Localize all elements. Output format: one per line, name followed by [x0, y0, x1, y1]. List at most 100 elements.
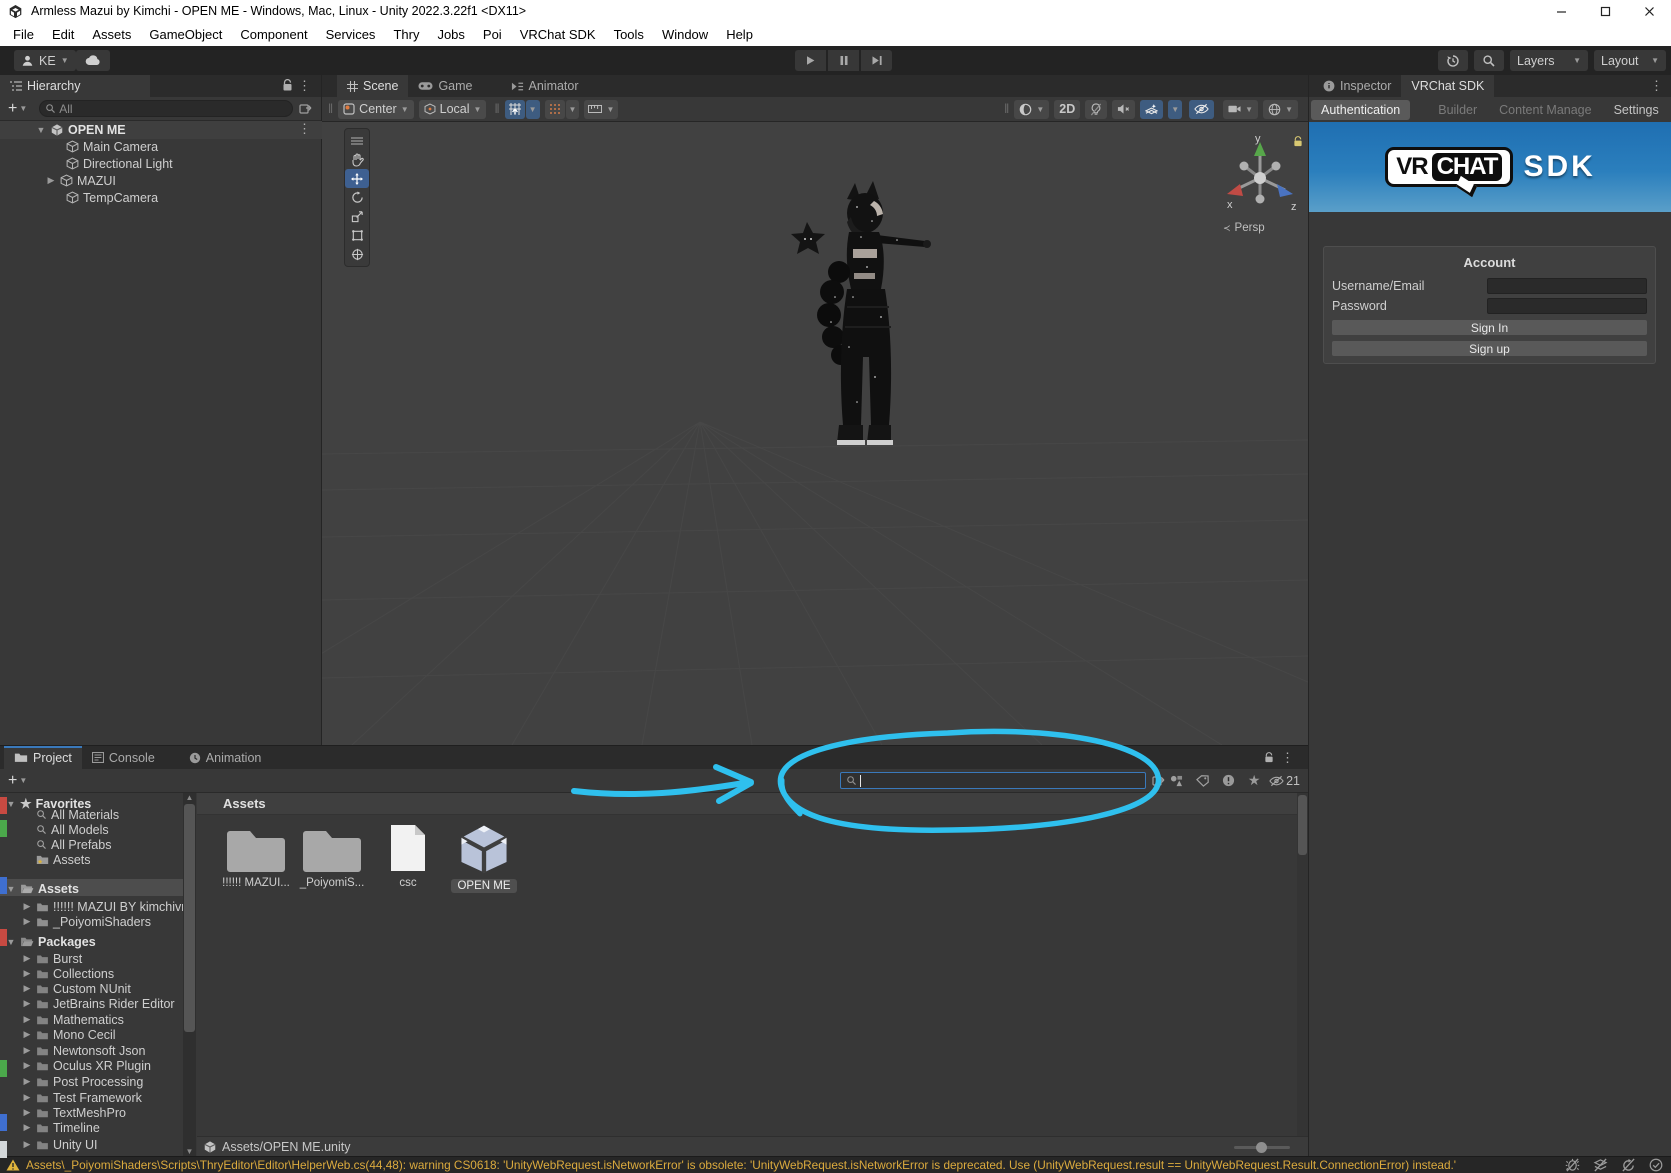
scene-row-kebab[interactable]: ⋮	[298, 122, 311, 135]
package-item[interactable]: ▶ Post Processing	[22, 1073, 144, 1090]
tree-scrollbar[interactable]: ▲ ▼	[183, 793, 196, 1157]
tool-space-button[interactable]: Local ▼	[418, 99, 487, 119]
account-button[interactable]: KE ▼	[14, 50, 76, 71]
lock-icon[interactable]	[282, 79, 293, 92]
subtab-builder[interactable]: Builder	[1428, 100, 1487, 120]
package-item[interactable]: ▶ Oculus XR Plugin	[22, 1057, 151, 1074]
scene-lighting-button[interactable]	[1085, 99, 1108, 119]
menu-item-component[interactable]: Component	[231, 27, 316, 42]
grid-snap-button[interactable]	[504, 99, 525, 119]
menu-item-window[interactable]: Window	[653, 27, 717, 42]
toolstrip-handle[interactable]	[345, 131, 369, 150]
package-item[interactable]: ▶ Timeline	[22, 1119, 100, 1136]
thumbnail-size-slider[interactable]	[1234, 1142, 1290, 1153]
play-button[interactable]	[795, 50, 826, 71]
palette-white-swatch[interactable]	[0, 1141, 7, 1158]
rotate-tool-button[interactable]	[345, 188, 369, 207]
increment-snap-button[interactable]	[544, 99, 565, 119]
lock-icon[interactable]	[1264, 752, 1274, 764]
scene-orientation-gizmo[interactable]: y x z ≺ Persp	[1215, 130, 1305, 240]
minimize-button[interactable]	[1539, 0, 1583, 22]
hierarchy-menu-kebab[interactable]: ⋮	[298, 79, 311, 92]
move-tool-button[interactable]	[345, 169, 369, 188]
hierarchy-search-input[interactable]	[59, 101, 288, 116]
step-button[interactable]	[861, 50, 892, 71]
tab-project[interactable]: Project	[4, 746, 82, 769]
hidden-packages-toggle[interactable]: 21	[1269, 774, 1300, 788]
palette-green-swatch[interactable]	[0, 1060, 7, 1077]
gizmos-dropdown[interactable]: ▼	[1263, 99, 1298, 119]
asset-tile-poiyomi[interactable]: _PoiyomiS...	[294, 823, 370, 889]
menu-item-tools[interactable]: Tools	[605, 27, 653, 42]
projection-toggle[interactable]: ≺ Persp	[1223, 222, 1265, 234]
palette-blue-swatch[interactable]	[0, 877, 7, 894]
hierarchy-scene-row[interactable]: ▼ OPEN ME	[36, 121, 126, 138]
package-item[interactable]: ▶ Mono Cecil	[22, 1026, 116, 1043]
tab-vrchat-sdk[interactable]: VRChat SDK	[1401, 75, 1495, 97]
menu-item-gameobject[interactable]: GameObject	[140, 27, 231, 42]
close-button[interactable]	[1627, 0, 1671, 22]
menu-item-thry[interactable]: Thry	[384, 27, 428, 42]
password-field[interactable]	[1487, 298, 1647, 314]
cloud-services-button[interactable]	[76, 50, 110, 71]
scene-visibility-button[interactable]	[1189, 99, 1215, 119]
scene-audio-button[interactable]	[1112, 99, 1136, 119]
package-item[interactable]: ▶ Unity UI	[22, 1136, 98, 1153]
scrollbar-thumb[interactable]	[1298, 795, 1307, 855]
hierarchy-item-mazui[interactable]: ▶ MAZUI	[46, 172, 116, 189]
pause-button[interactable]	[828, 50, 859, 71]
tab-game[interactable]: Game	[408, 75, 482, 97]
favorites-star-button[interactable]: ★	[1243, 771, 1265, 790]
tree-item-poiyomi-folder[interactable]: ▶ _PoiyomiShaders	[22, 913, 151, 930]
toggle-2d-button[interactable]: 2D	[1054, 99, 1081, 119]
asset-tile-csc[interactable]: csc	[370, 823, 446, 889]
search-by-label-button[interactable]	[1191, 771, 1213, 790]
breadcrumb[interactable]: Assets/OPEN ME.unity	[222, 1140, 351, 1154]
scene-effects-dropdown[interactable]: ▼	[1168, 99, 1183, 119]
hierarchy-search-box[interactable]	[39, 100, 294, 117]
menu-item-edit[interactable]: Edit	[43, 27, 83, 42]
assets-scrollbar[interactable]	[1297, 793, 1308, 1136]
asset-tile-open-me[interactable]: OPEN ME	[446, 823, 522, 893]
tab-animator[interactable]: Animator	[501, 75, 589, 97]
assets-root[interactable]: ▼ Assets	[6, 880, 79, 897]
package-item[interactable]: ▶ JetBrains Rider Editor	[22, 995, 175, 1012]
subtab-authentication[interactable]: Authentication	[1311, 100, 1411, 120]
inspector-menu-kebab[interactable]: ⋮	[1650, 79, 1663, 92]
menu-item-vrchat-sdk[interactable]: VRChat SDK	[511, 27, 605, 42]
gizmo-lock-icon[interactable]	[1293, 136, 1303, 148]
create-asset-button[interactable]: + ▼	[8, 772, 27, 790]
increment-snap-dropdown[interactable]: ▼	[565, 99, 580, 119]
slider-thumb[interactable]	[1256, 1142, 1267, 1153]
menu-item-help[interactable]: Help	[717, 27, 762, 42]
menu-item-assets[interactable]: Assets	[83, 27, 140, 42]
collapse-arrow-icon[interactable]: ▼	[36, 125, 46, 135]
sign-up-button[interactable]: Sign up	[1332, 341, 1647, 356]
palette-red-swatch[interactable]	[0, 929, 7, 946]
tab-inspector[interactable]: Inspector	[1313, 75, 1401, 97]
search-everything-button[interactable]	[1474, 50, 1504, 71]
palette-blue-swatch[interactable]	[0, 1114, 7, 1131]
tool-pivot-button[interactable]: Center ▼	[338, 99, 414, 119]
scene-camera-dropdown[interactable]: ▼	[1223, 99, 1259, 119]
tab-scene[interactable]: Scene	[337, 75, 409, 97]
search-importance-button[interactable]	[1217, 771, 1239, 790]
palette-red-swatch[interactable]	[0, 797, 7, 814]
measure-tool-button[interactable]: ▼	[584, 99, 619, 119]
transform-tool-button[interactable]	[345, 245, 369, 264]
favorite-assets[interactable]: Assets	[36, 851, 91, 868]
menu-item-jobs[interactable]: Jobs	[428, 27, 473, 42]
username-field[interactable]	[1487, 278, 1647, 294]
hand-tool-button[interactable]	[345, 150, 369, 169]
scrollbar-thumb[interactable]	[184, 804, 195, 1032]
grid-snap-dropdown[interactable]: ▼	[525, 99, 540, 119]
scene-canvas[interactable]: y x z ≺ Persp	[322, 122, 1308, 745]
scale-tool-button[interactable]	[345, 207, 369, 226]
packages-root[interactable]: ▼ Packages	[6, 933, 96, 950]
tab-hierarchy[interactable]: Hierarchy	[0, 75, 150, 97]
open-new-window-icon[interactable]	[299, 103, 312, 115]
scene-effects-button[interactable]	[1140, 99, 1164, 119]
sign-in-button[interactable]: Sign In	[1332, 320, 1647, 335]
hierarchy-item-tempcamera[interactable]: TempCamera	[66, 189, 158, 206]
project-search-input[interactable]	[863, 773, 1140, 788]
